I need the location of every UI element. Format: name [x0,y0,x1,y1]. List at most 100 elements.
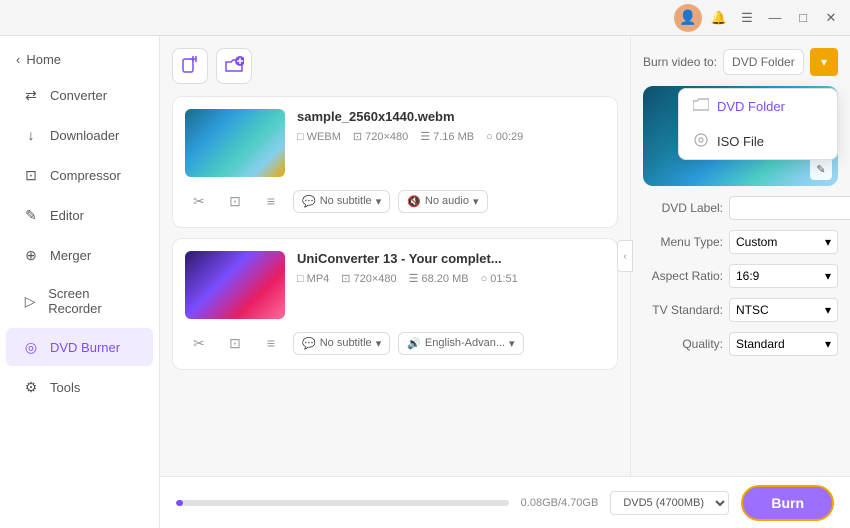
more-btn-2[interactable]: ≡ [257,329,285,357]
tv-standard-value: NTSC [736,303,769,317]
burn-to-select[interactable]: DVD Folder [723,49,804,75]
storage-progress-fill [176,500,183,506]
sidebar-item-screen-recorder[interactable]: ▷ Screen Recorder [6,276,153,326]
crop-btn-2[interactable]: ⊡ [221,329,249,357]
clock-icon-2: ○ [481,273,488,285]
menu-type-arrow: ▾ [825,235,831,249]
sidebar-label-editor: Editor [50,208,84,223]
tv-standard-select[interactable]: NTSC ▾ [729,298,838,322]
title-bar: 👤 🔔 ☰ — □ ✕ [0,0,850,36]
preview-edit-button[interactable]: ✎ [810,158,832,180]
menu-type-select[interactable]: Custom ▾ [729,230,838,254]
quality-label: Quality: [643,337,723,351]
dropdown-label-iso-file: ISO File [717,134,764,149]
video-meta-1: □ WEBM ⊡ 720×480 ☰ 7.16 MB [297,130,605,143]
res-icon-1: ⊡ [353,130,362,143]
back-button[interactable]: ‹ Home [0,44,159,75]
dropdown-item-iso-file[interactable]: ISO File [679,124,837,159]
more-btn-1[interactable]: ≡ [257,187,285,215]
aspect-ratio-label: Aspect Ratio: [643,269,723,283]
right-panel: ‹ Burn video to: DVD Folder ▾ DVD F [630,36,850,476]
file-icon-1: □ [297,131,304,143]
subtitle-icon-1: 💬 [302,195,316,208]
tv-standard-row: TV Standard: NTSC ▾ [643,298,838,322]
dvd-label-row: DVD Label: [643,196,838,220]
notification-btn[interactable]: 🔔 [708,7,730,29]
burn-dropdown-menu: DVD Folder ISO File [678,88,838,160]
app-body: ‹ Home ⇄ Converter ↓ Downloader ⊡ Compre… [0,36,850,528]
duration-2: ○ 01:51 [481,273,518,285]
menu-type-label: Menu Type: [643,235,723,249]
video-thumb-2 [185,251,285,319]
res-icon-2: ⊡ [341,272,350,285]
clock-icon-1: ○ [486,131,493,143]
sidebar-item-dvd-burner[interactable]: ◎ DVD Burner [6,328,153,366]
audio-select-1[interactable]: 🔇 No audio ▾ [398,190,487,213]
aspect-ratio-value: 16:9 [736,269,759,283]
sidebar-item-merger[interactable]: ⊕ Merger [6,236,153,274]
screen-recorder-icon: ▷ [22,292,38,310]
sidebar-label-merger: Merger [50,248,91,263]
size-icon-1: ☰ [420,130,430,143]
trim-btn-1[interactable]: ✂ [185,187,213,215]
video-info-2: UniConverter 13 - Your complet... □ MP4 … [297,251,605,285]
video-card-1-bottom: ✂ ⊡ ≡ 💬 No subtitle ▾ 🔇 No audio ▾ [185,187,605,215]
bottom-bar: 0.08GB/4.70GB DVD5 (4700MB) Burn [160,476,850,528]
video-card-1: sample_2560x1440.webm □ WEBM ⊡ 720×480 [172,96,618,228]
burn-button[interactable]: Burn [741,485,834,521]
dvd-type-select[interactable]: DVD5 (4700MB) [610,491,729,515]
quality-arrow: ▾ [825,337,831,351]
compressor-icon: ⊡ [22,166,40,184]
sidebar: ‹ Home ⇄ Converter ↓ Downloader ⊡ Compre… [0,36,160,528]
toolbar [172,48,618,84]
audio-select-2[interactable]: 🔊 English-Advan... ▾ [398,332,523,355]
close-btn[interactable]: ✕ [820,7,842,29]
tv-standard-arrow: ▾ [825,303,831,317]
video-title-1: sample_2560x1440.webm [297,109,605,124]
aspect-ratio-select[interactable]: 16:9 ▾ [729,264,838,288]
menu-type-value: Custom [736,235,777,249]
menu-btn[interactable]: ☰ [736,7,758,29]
video-info-1: sample_2560x1440.webm □ WEBM ⊡ 720×480 [297,109,605,143]
storage-progress [176,500,509,506]
subtitle-icon-2: 💬 [302,337,316,350]
video-card-2: UniConverter 13 - Your complet... □ MP4 … [172,238,618,370]
burn-to-label: Burn video to: [643,55,717,69]
video-card-2-top: UniConverter 13 - Your complet... □ MP4 … [185,251,605,319]
video-card-2-bottom: ✂ ⊡ ≡ 💬 No subtitle ▾ 🔊 English-Advan...… [185,329,605,357]
back-icon: ‹ [16,52,20,67]
collapse-panel-btn[interactable]: ‹ [617,240,633,272]
sidebar-item-downloader[interactable]: ↓ Downloader [6,116,153,154]
sidebar-item-tools[interactable]: ⚙ Tools [6,368,153,406]
sidebar-item-editor[interactable]: ✎ Editor [6,196,153,234]
tools-icon: ⚙ [22,378,40,396]
maximize-btn[interactable]: □ [792,7,814,29]
dvd-label-input[interactable] [729,196,850,220]
burn-dropdown-arrow[interactable]: ▾ [810,48,838,76]
sidebar-label-tools: Tools [50,380,80,395]
quality-value: Standard [736,337,785,351]
trim-btn-2[interactable]: ✂ [185,329,213,357]
resolution-1: ⊡ 720×480 [353,130,408,143]
size-icon-2: ☰ [409,272,419,285]
dropdown-label-dvd-folder: DVD Folder [717,99,785,114]
dvd-label-label: DVD Label: [643,201,723,215]
audio-arrow-2: ▾ [509,337,515,350]
crop-btn-1[interactable]: ⊡ [221,187,249,215]
subtitle-select-2[interactable]: 💬 No subtitle ▾ [293,332,390,355]
add-folder-button[interactable] [216,48,252,84]
menu-type-row: Menu Type: Custom ▾ [643,230,838,254]
sidebar-label-compressor: Compressor [50,168,121,183]
subtitle-arrow-2: ▾ [376,337,382,350]
merger-icon: ⊕ [22,246,40,264]
burn-to-value: DVD Folder [732,55,795,69]
sidebar-item-converter[interactable]: ⇄ Converter [6,76,153,114]
add-file-button[interactable] [172,48,208,84]
dropdown-item-dvd-folder[interactable]: DVD Folder [679,89,837,124]
quality-select[interactable]: Standard ▾ [729,332,838,356]
minimize-btn[interactable]: — [764,7,786,29]
audio-icon-2: 🔊 [407,337,421,350]
sidebar-item-compressor[interactable]: ⊡ Compressor [6,156,153,194]
subtitle-select-1[interactable]: 💬 No subtitle ▾ [293,190,390,213]
sidebar-label-converter: Converter [50,88,107,103]
